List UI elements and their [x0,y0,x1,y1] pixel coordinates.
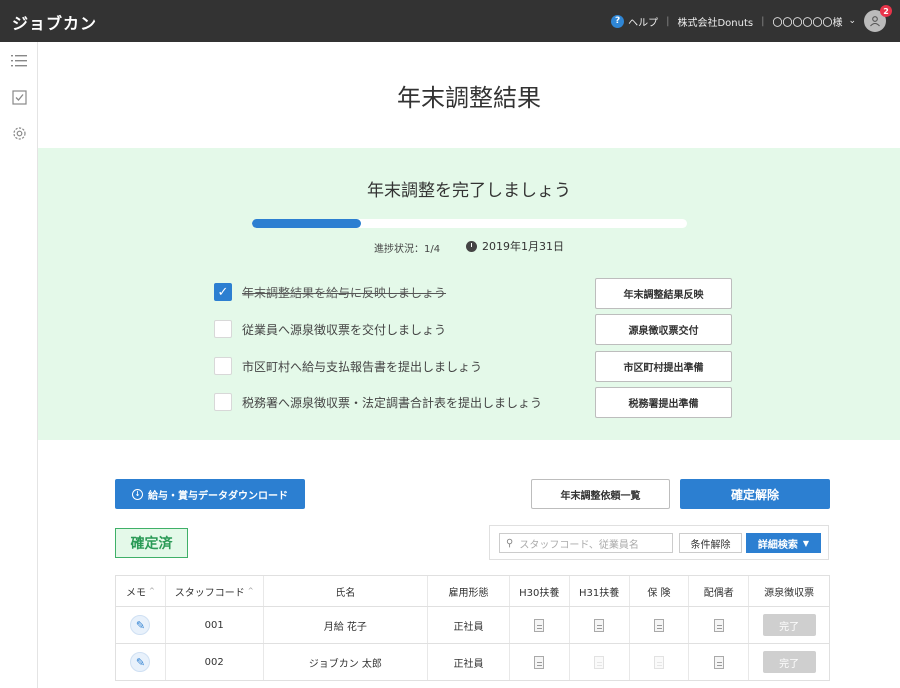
column-header-code[interactable]: スタッフコード ^ [166,576,264,606]
task-label: 従業員へ源泉徴収票を交付しましょう [242,322,447,337]
user-icon [870,16,880,27]
municipal-submit-button[interactable]: 市区町村提出準備 [595,351,732,382]
column-header-h31: H31扶養 [570,576,630,606]
document-icon [653,655,664,669]
download-label: 給与・賞与データダウンロード [148,490,288,502]
top-bar: ジョブカン ? ヘルプ | 株式会社Donuts | 〇〇〇〇〇〇様 ⌄ 2 [0,0,900,42]
column-header-withholding: 源泉徴収票 [764,587,815,599]
deadline-date: 2019年1月31日 [482,240,564,253]
request-list-button[interactable]: 年末調整依頼一覧 [531,479,670,509]
column-header-name: 氏名 [264,576,429,606]
task-item: 従業員へ源泉徴収票を交付しましょう [214,318,446,340]
help-icon[interactable]: ? [611,14,625,28]
staff-name[interactable]: 月給 花子 [264,607,429,643]
employment-type: 正社員 [428,607,510,643]
checklist-icon[interactable] [10,88,28,106]
help-link[interactable]: ヘルプ [628,14,658,29]
task-checkbox[interactable]: ✓ [214,283,232,301]
column-header-spouse: 配偶者 [689,576,750,606]
issue-withholding-button[interactable]: 源泉徴収票交付 [595,314,732,345]
task-item: 市区町村へ給与支払報告書を提出しましょう [214,355,482,377]
gear-icon[interactable] [10,124,28,142]
staff-code: 001 [166,607,264,643]
clear-filter-button[interactable]: 条件解除 [679,533,742,553]
divider: | [761,15,765,27]
staff-table: メモ ^ スタッフコード ^ 氏名 雇用形態 H30扶養 H31扶養 保 険 配偶者… [115,575,830,681]
progress-status: 進捗状況：1/4 [374,244,441,255]
user-name[interactable]: 〇〇〇〇〇〇様 [772,14,842,29]
filter-bar: ⚲ スタッフコード、従業員名 条件解除 詳細検索 ▼ [489,525,829,560]
status-badge: 確定済 [115,528,188,558]
progress-bar [252,219,687,228]
task-label: 年末調整結果を給与に反映しましょう [242,285,447,300]
notification-badge: 2 [880,5,892,17]
column-header-h30: H30扶養 [510,576,570,606]
unconfirm-button[interactable]: 確定解除 [680,479,830,509]
task-label: 市区町村へ給与支払報告書を提出しましょう [242,359,483,374]
advanced-search-button[interactable]: 詳細検索 ▼ [746,533,821,553]
column-header-employment: 雇用形態 [428,576,510,606]
column-header-memo[interactable]: メモ ^ [116,576,166,606]
deadline: 2019年1月31日 [466,238,564,254]
task-label: 税務署へ源泉徴収票・法定調書合計表を提出しましょう [242,395,543,410]
table-header: メモ ^ スタッフコード ^ 氏名 雇用形態 H30扶養 H31扶養 保 険 配偶者… [116,576,829,607]
column-header-insurance: 保 険 [630,576,690,606]
sort-icon[interactable]: ^ [149,587,155,595]
document-icon[interactable] [653,618,664,632]
chevron-down-icon[interactable]: ⌄ [848,16,856,26]
tax-office-submit-button[interactable]: 税務署提出準備 [595,387,732,418]
document-icon[interactable] [713,655,724,669]
staff-name[interactable]: ジョブカン 太郎 [264,644,429,680]
company-name: 株式会社Donuts [677,17,754,29]
task-checkbox[interactable] [214,357,232,375]
divider: | [666,15,670,27]
avatar[interactable]: 2 [864,5,892,32]
memo-icon[interactable]: ✎ [130,652,151,672]
clock-icon [466,240,477,252]
download-button[interactable]: ↓ 給与・賞与データダウンロード [115,479,305,509]
apply-results-button[interactable]: 年末調整結果反映 [595,278,732,309]
employment-type: 正社員 [428,644,510,680]
task-item: 税務署へ源泉徴収票・法定調書合計表を提出しましょう [214,391,542,413]
document-icon[interactable] [713,618,724,632]
progress-panel: 年末調整を完了しましょう 進捗状況：1/4 2019年1月31日 ✓ 年末調整結… [38,148,900,440]
table-row[interactable]: ✎ 002 ジョブカン 太郎 正社員 完了 [116,644,829,681]
search-placeholder: スタッフコード、従業員名 [519,539,639,551]
list-icon[interactable] [10,52,28,70]
memo-icon[interactable]: ✎ [130,615,151,635]
document-icon[interactable] [534,655,545,669]
chevron-down-icon: ▼ [802,538,810,548]
progress-bar-fill [252,219,361,228]
staff-code: 002 [166,644,264,680]
task-checkbox[interactable] [214,320,232,338]
search-icon: ⚲ [506,537,514,549]
done-button[interactable]: 完了 [762,651,816,673]
advanced-search-label: 詳細検索 [757,539,798,551]
search-input[interactable]: ⚲ スタッフコード、従業員名 [499,533,673,553]
task-item: ✓ 年末調整結果を給与に反映しましょう [214,281,446,303]
document-icon[interactable] [594,618,605,632]
sort-icon[interactable]: ^ [248,587,254,595]
sidebar [0,42,38,688]
page-title: 年末調整結果 [397,84,541,112]
task-checkbox[interactable] [214,393,232,411]
progress-heading: 年末調整を完了しましょう [367,181,571,201]
done-button[interactable]: 完了 [762,614,816,636]
header-right: ? ヘルプ | 株式会社Donuts | 〇〇〇〇〇〇様 ⌄ 2 [611,0,892,42]
document-icon [594,655,605,669]
document-icon[interactable] [534,618,545,632]
table-row[interactable]: ✎ 001 月給 花子 正社員 完了 [116,607,829,644]
download-icon: ↓ [132,488,143,500]
app-logo[interactable]: ジョブカン [12,10,97,34]
